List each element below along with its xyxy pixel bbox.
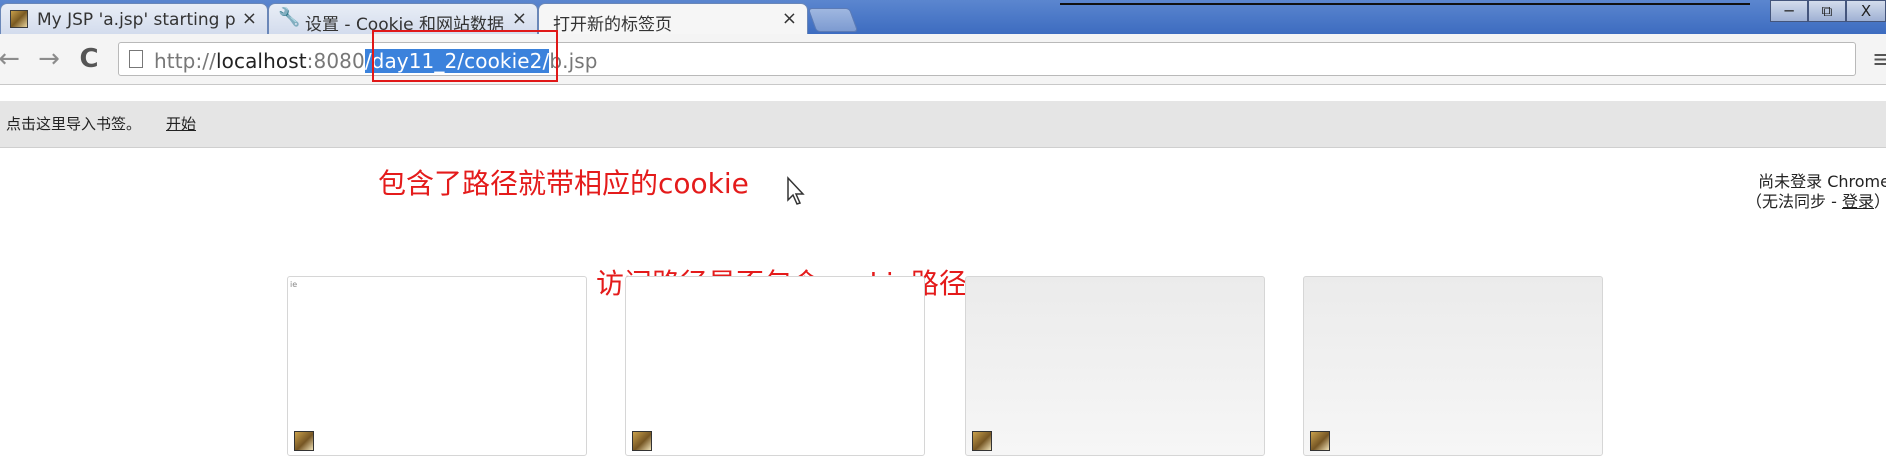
signin-suffix: ） <box>1874 192 1886 211</box>
highlight-box <box>372 30 558 82</box>
reload-button[interactable]: C <box>74 44 104 74</box>
signin-link[interactable]: 登录 <box>1842 192 1874 211</box>
close-icon[interactable]: × <box>782 9 797 29</box>
most-visited-thumbnail[interactable] <box>965 276 1265 456</box>
site-favicon-icon <box>294 431 314 451</box>
close-icon[interactable]: × <box>512 9 527 29</box>
signin-line1: 尚未登录 Chrome <box>1758 172 1886 191</box>
most-visited-thumbnail[interactable]: ie <box>287 276 587 456</box>
menu-icon[interactable]: ≡ <box>1872 44 1886 74</box>
signin-prefix: （无法同步 - <box>1746 192 1842 211</box>
import-bookmarks-text[interactable]: 点击这里导入书签。 <box>6 113 141 134</box>
most-visited-thumbnail[interactable] <box>625 276 925 456</box>
forward-button[interactable]: → <box>34 44 64 74</box>
back-button[interactable]: ← <box>0 44 24 74</box>
annotation-top: 包含了路径就带相应的cookie <box>378 167 749 200</box>
signin-status: 尚未登录 Chrome （无法同步 - 登录） <box>1746 172 1886 212</box>
most-visited-thumbnail[interactable] <box>1303 276 1603 456</box>
window-title-line <box>1060 3 1750 5</box>
url-scheme: http:// <box>154 49 216 73</box>
site-favicon-icon <box>1310 431 1330 451</box>
url-host: localhost <box>215 49 307 73</box>
jsp-page-icon <box>10 10 28 28</box>
page-icon <box>129 50 143 68</box>
close-icon[interactable]: × <box>242 9 257 29</box>
browser-toolbar: ← → C http://localhost:8080/day11_2/cook… <box>0 34 1886 85</box>
tab-title: 打开新的标签页 <box>553 15 672 34</box>
signin-line2: （无法同步 - 登录） <box>1746 192 1886 212</box>
tab-strip: My JSP 'a.jsp' starting p × 🔧 设置 - Cooki… <box>0 0 1886 34</box>
minimize-button[interactable]: ─ <box>1770 0 1808 22</box>
tab-jsp-page[interactable]: My JSP 'a.jsp' starting p × <box>0 3 268 34</box>
tab-new-tab[interactable]: 打开新的标签页 × <box>538 3 808 34</box>
tab-title: My JSP 'a.jsp' starting p <box>37 10 236 30</box>
url-port: :8080 <box>306 49 365 73</box>
site-favicon-icon <box>972 431 992 451</box>
close-window-button[interactable]: X <box>1846 0 1886 22</box>
site-favicon-icon <box>632 431 652 451</box>
thumbnail-label: ie <box>290 280 298 289</box>
new-tab-button[interactable] <box>807 8 859 32</box>
wrench-icon: 🔧 <box>278 7 301 28</box>
restore-button[interactable]: ⧉ <box>1808 0 1846 22</box>
bookmarks-bar: 点击这里导入书签。 开始 <box>0 101 1886 148</box>
start-link[interactable]: 开始 <box>166 113 196 134</box>
mouse-cursor-icon <box>787 176 805 205</box>
